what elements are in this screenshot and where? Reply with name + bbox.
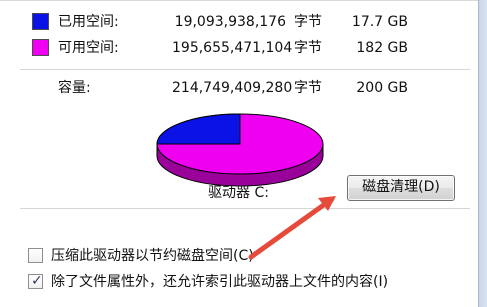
compress-drive-checkbox[interactable] xyxy=(28,248,43,263)
drive-label: 驱动器 C: xyxy=(208,185,269,201)
free-space-row: 可用空间: 195,655,471,104 字节 182 GB xyxy=(0,36,470,60)
index-content-checkbox[interactable]: ✓ xyxy=(28,273,43,289)
bottom-separator xyxy=(20,208,470,209)
disk-properties-general-panel: 已用空间: 19,093,938,176 字节 17.7 GB 可用空间: 19… xyxy=(0,0,487,307)
used-space-color-swatch xyxy=(32,13,49,30)
free-space-label: 可用空间: xyxy=(58,40,119,56)
used-space-bytes: 19,093,938,176 xyxy=(174,14,286,30)
used-space-label: 已用空间: xyxy=(58,14,119,30)
used-space-row: 已用空间: 19,093,938,176 字节 17.7 GB xyxy=(0,10,470,34)
free-space-bytes: 195,655,471,104 xyxy=(172,40,293,56)
disk-cleanup-button[interactable]: 磁盘清理(D) xyxy=(347,175,455,201)
top-separator xyxy=(20,69,470,70)
top-border xyxy=(0,0,487,1)
compress-drive-option[interactable]: 压缩此驱动器以节约磁盘空间(C) xyxy=(28,244,458,268)
capacity-label: 容量: xyxy=(58,80,91,96)
used-space-pie-slice xyxy=(156,113,241,145)
used-space-size: 17.7 GB xyxy=(351,14,408,30)
used-space-unit: 字节 xyxy=(294,14,322,30)
free-space-color-swatch xyxy=(32,39,49,56)
compress-drive-label[interactable]: 压缩此驱动器以节约磁盘空间(C) xyxy=(51,244,254,268)
capacity-size: 200 GB xyxy=(356,80,408,96)
index-content-option[interactable]: ✓ 除了文件属性外，还允许索引此驱动器上文件的内容(I) xyxy=(28,270,458,294)
window-frame-edge xyxy=(478,0,487,307)
index-content-label[interactable]: 除了文件属性外，还允许索引此驱动器上文件的内容(I) xyxy=(51,270,388,294)
disk-usage-pie-chart xyxy=(156,113,324,187)
free-space-unit: 字节 xyxy=(294,40,322,56)
free-space-size: 182 GB xyxy=(356,40,408,56)
capacity-row: 容量: 214,749,409,280 字节 200 GB xyxy=(0,76,470,100)
capacity-unit: 字节 xyxy=(294,80,322,96)
capacity-bytes: 214,749,409,280 xyxy=(172,80,293,96)
checkmark-icon: ✓ xyxy=(31,273,43,289)
